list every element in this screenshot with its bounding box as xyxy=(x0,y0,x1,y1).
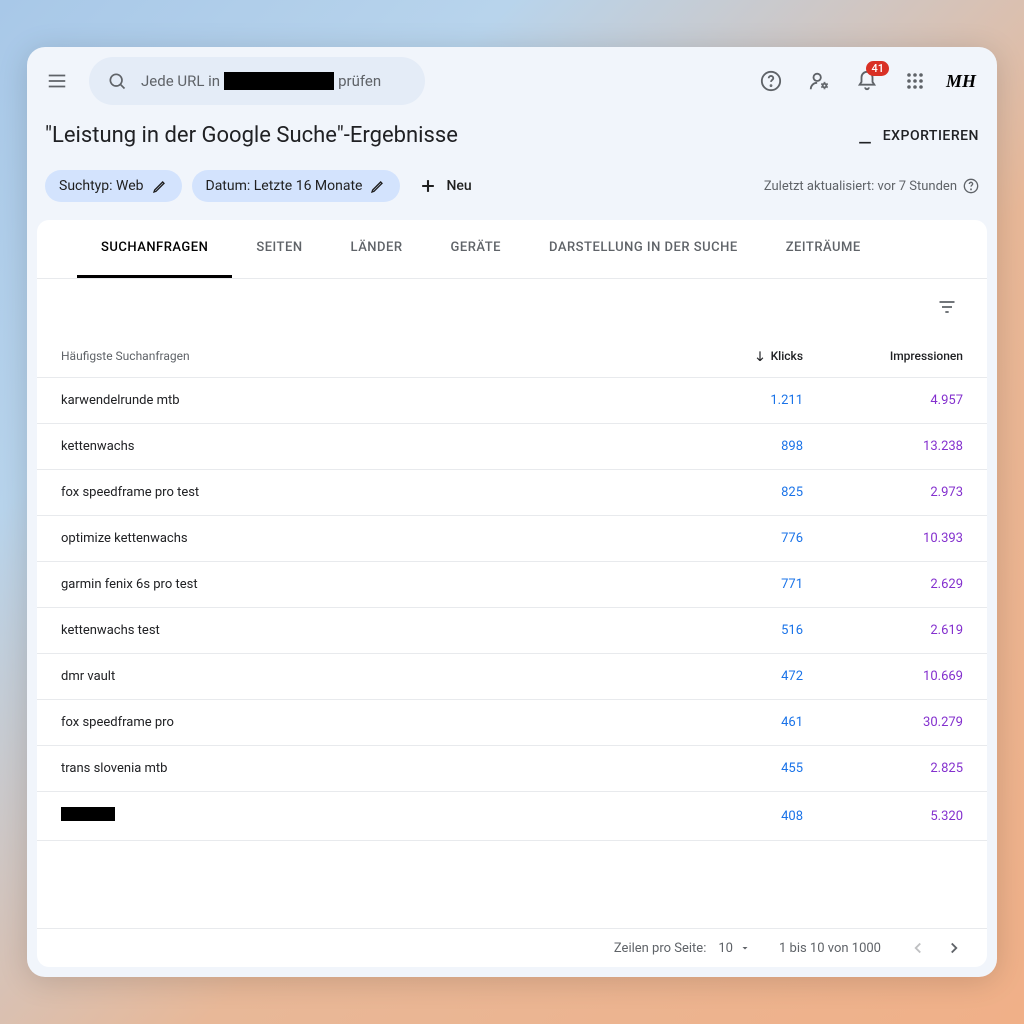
cell-clicks: 776 xyxy=(673,531,803,546)
table-row[interactable]: optimize kettenwachs77610.393 xyxy=(37,516,987,562)
tab-devices[interactable]: GERÄTE xyxy=(427,220,525,278)
cell-query xyxy=(61,807,673,825)
table-body: karwendelrunde mtb1.2114.957kettenwachs8… xyxy=(37,378,987,928)
add-filter-label: Neu xyxy=(446,178,471,194)
chevron-down-icon xyxy=(739,942,751,954)
info-icon[interactable] xyxy=(963,178,979,194)
cell-clicks: 461 xyxy=(673,715,803,730)
tab-search-appearance[interactable]: DARSTELLUNG IN DER SUCHE xyxy=(525,220,762,278)
top-bar: Jede URL in prüfen 41 MH xyxy=(27,47,997,115)
tab-dates[interactable]: ZEITRÄUME xyxy=(762,220,885,278)
download-icon xyxy=(855,126,875,146)
last-updated: Zuletzt aktualisiert: vor 7 Stunden xyxy=(764,178,979,194)
col-header-impressions[interactable]: Impressionen xyxy=(803,349,963,363)
export-label: EXPORTIEREN xyxy=(883,128,979,144)
apps-icon[interactable] xyxy=(895,61,935,101)
cell-impressions: 10.669 xyxy=(803,669,963,684)
rpp-select[interactable]: 10 xyxy=(718,941,751,956)
cell-query: karwendelrunde mtb xyxy=(61,393,673,408)
chevron-left-icon xyxy=(909,939,927,957)
table-row[interactable]: kettenwachs test5162.619 xyxy=(37,608,987,654)
rows-per-page: Zeilen pro Seite: 10 xyxy=(614,941,751,956)
search-placeholder: Jede URL in prüfen xyxy=(141,72,381,90)
pencil-icon xyxy=(152,178,168,194)
notifications-icon[interactable]: 41 xyxy=(847,61,887,101)
cell-clicks: 825 xyxy=(673,485,803,500)
user-settings-icon[interactable] xyxy=(799,61,839,101)
page-range: 1 bis 10 von 1000 xyxy=(779,941,881,956)
help-icon[interactable] xyxy=(751,61,791,101)
search-icon xyxy=(107,71,127,91)
chip-search-type[interactable]: Suchtyp: Web xyxy=(45,170,182,202)
app-window: Jede URL in prüfen 41 MH "Leistung in de… xyxy=(27,47,997,977)
title-row: "Leistung in der Google Suche"-Ergebniss… xyxy=(27,115,997,166)
cell-query: fox speedframe pro xyxy=(61,715,673,730)
table-row[interactable]: karwendelrunde mtb1.2114.957 xyxy=(37,378,987,424)
cell-query: kettenwachs xyxy=(61,439,673,454)
cell-clicks: 455 xyxy=(673,761,803,776)
prev-page-button[interactable] xyxy=(909,939,927,957)
cell-impressions: 4.957 xyxy=(803,393,963,408)
cell-query: garmin fenix 6s pro test xyxy=(61,577,673,592)
table-footer: Zeilen pro Seite: 10 1 bis 10 von 1000 xyxy=(37,928,987,967)
cell-query: optimize kettenwachs xyxy=(61,531,673,546)
cell-impressions: 13.238 xyxy=(803,439,963,454)
notification-badge: 41 xyxy=(866,61,889,76)
tab-pages[interactable]: SEITEN xyxy=(232,220,326,278)
chip-date-range[interactable]: Datum: Letzte 16 Monate xyxy=(192,170,401,202)
chip-label: Datum: Letzte 16 Monate xyxy=(206,178,363,194)
cell-impressions: 30.279 xyxy=(803,715,963,730)
cell-impressions: 2.619 xyxy=(803,623,963,638)
arrow-down-icon xyxy=(753,349,767,363)
cell-impressions: 10.393 xyxy=(803,531,963,546)
cell-clicks: 1.211 xyxy=(673,393,803,408)
plus-icon xyxy=(418,176,438,196)
add-filter-button[interactable]: Neu xyxy=(418,176,471,196)
pencil-icon xyxy=(370,178,386,194)
chevron-right-icon xyxy=(945,939,963,957)
table-row[interactable]: fox speedframe pro46130.279 xyxy=(37,700,987,746)
cell-query: trans slovenia mtb xyxy=(61,761,673,776)
cell-impressions: 2.629 xyxy=(803,577,963,592)
table-row[interactable]: kettenwachs89813.238 xyxy=(37,424,987,470)
col-header-query[interactable]: Häufigste Suchanfragen xyxy=(61,349,673,363)
filter-chips-row: Suchtyp: Web Datum: Letzte 16 Monate Neu… xyxy=(27,166,997,220)
cell-query: fox speedframe pro test xyxy=(61,485,673,500)
cell-impressions: 5.320 xyxy=(803,809,963,824)
table-row[interactable]: 4085.320 xyxy=(37,792,987,841)
table-filter-row xyxy=(37,279,987,335)
table-header: Häufigste Suchanfragen Klicks Impression… xyxy=(37,335,987,378)
rpp-label: Zeilen pro Seite: xyxy=(614,941,706,956)
tab-queries[interactable]: SUCHANFRAGEN xyxy=(77,220,232,278)
table-row[interactable]: dmr vault47210.669 xyxy=(37,654,987,700)
export-button[interactable]: EXPORTIEREN xyxy=(855,126,979,146)
avatar[interactable]: MH xyxy=(943,63,979,99)
tabs: SUCHANFRAGEN SEITEN LÄNDER GERÄTE DARSTE… xyxy=(37,220,987,279)
cell-clicks: 898 xyxy=(673,439,803,454)
chip-label: Suchtyp: Web xyxy=(59,178,144,194)
cell-query: dmr vault xyxy=(61,669,673,684)
table-row[interactable]: garmin fenix 6s pro test7712.629 xyxy=(37,562,987,608)
menu-icon[interactable] xyxy=(37,61,77,101)
cell-impressions: 2.973 xyxy=(803,485,963,500)
search-box[interactable]: Jede URL in prüfen xyxy=(89,57,425,105)
col-header-clicks[interactable]: Klicks xyxy=(673,349,803,363)
table-row[interactable]: trans slovenia mtb4552.825 xyxy=(37,746,987,792)
pagination xyxy=(909,939,963,957)
data-card: SUCHANFRAGEN SEITEN LÄNDER GERÄTE DARSTE… xyxy=(37,220,987,967)
next-page-button[interactable] xyxy=(945,939,963,957)
filter-icon[interactable] xyxy=(931,291,963,323)
cell-clicks: 771 xyxy=(673,577,803,592)
table-row[interactable]: fox speedframe pro test8252.973 xyxy=(37,470,987,516)
cell-clicks: 472 xyxy=(673,669,803,684)
cell-impressions: 2.825 xyxy=(803,761,963,776)
tab-countries[interactable]: LÄNDER xyxy=(327,220,427,278)
cell-query: kettenwachs test xyxy=(61,623,673,638)
cell-clicks: 516 xyxy=(673,623,803,638)
page-title: "Leistung in der Google Suche"-Ergebniss… xyxy=(45,123,458,148)
cell-clicks: 408 xyxy=(673,809,803,824)
